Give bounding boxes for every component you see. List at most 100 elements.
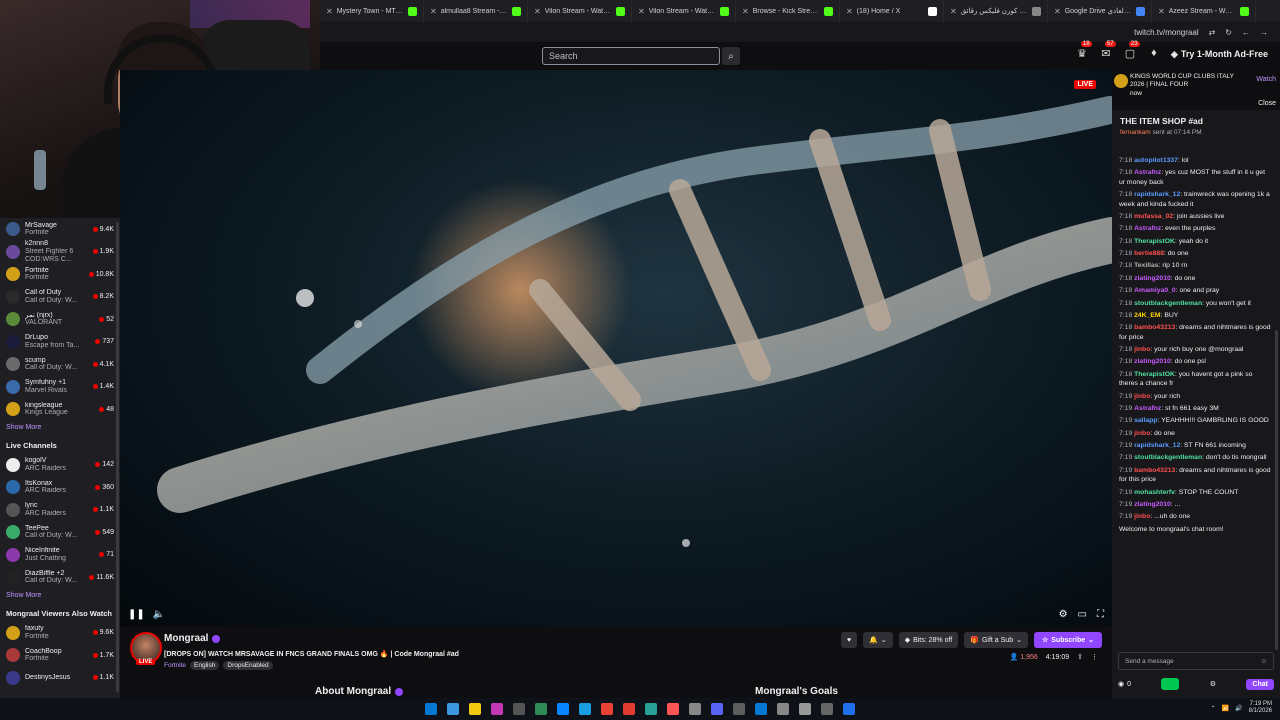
message-username[interactable]: TherapistOK [1134, 371, 1175, 378]
close-tab-icon[interactable]: ✕ [742, 7, 749, 16]
message-username[interactable]: stoutblackgentleman [1134, 454, 1202, 461]
search-button[interactable]: ⌕ [722, 47, 740, 65]
widgets-icon[interactable] [447, 703, 459, 715]
message-username[interactable]: mohashterfv [1134, 489, 1175, 496]
translate-icon[interactable]: ⇄ [1209, 28, 1216, 37]
browser-tab[interactable]: ✕Vilon Stream - Watch Live [632, 0, 736, 22]
tag-drops[interactable]: DropsEnabled [223, 661, 273, 670]
close-tab-icon[interactable]: ✕ [430, 7, 437, 16]
sidebar-channel[interactable]: DestinysJesus 1.1K [0, 667, 120, 690]
close-tab-icon[interactable]: ✕ [534, 7, 541, 16]
message-username[interactable]: mufassa_02 [1134, 213, 1173, 220]
ad-free-button[interactable]: ◈ Try 1-Month Ad-Free [1171, 49, 1268, 60]
message-username[interactable]: jinbo [1134, 513, 1150, 520]
chat-settings-icon[interactable]: ⚙ [1210, 680, 1216, 688]
crown-icon[interactable]: ♦ [1147, 47, 1161, 61]
message-username[interactable]: TherapistOK [1134, 238, 1175, 245]
inbox-icon[interactable]: ✉ 57 [1099, 41, 1116, 61]
sidebar-channel[interactable]: lyric ARC Raiders 1.1K [0, 499, 120, 522]
clock[interactable]: 7:19 PM 8/1/2026 [1249, 701, 1272, 715]
app-icon[interactable] [821, 703, 833, 715]
message-username[interactable]: zlating2010 [1134, 358, 1171, 365]
close-tab-icon[interactable]: ✕ [950, 7, 957, 16]
sidebar-channel[interactable]: Call of Duty Call of Duty: W... 8.2K [0, 286, 120, 309]
app-icon[interactable] [733, 703, 745, 715]
sidebar-channel[interactable]: scump Call of Duty: W... 4.1K [0, 353, 120, 376]
app-icon[interactable] [689, 703, 701, 715]
sidebar-channel[interactable]: نمر (njrx) VALORANT 52 [0, 308, 120, 331]
browser-tab[interactable]: ✕Azeez Stream - Watch Live [1152, 0, 1256, 22]
browser-tab[interactable]: ✕Mystery Town - MT Studio [320, 0, 424, 22]
show-more-followed[interactable]: Show More [0, 421, 120, 437]
sidebar-channel[interactable]: DiazBiffle +2 Call of Duty: W... 11.6K [0, 566, 120, 589]
discord-icon[interactable] [711, 703, 723, 715]
sidebar-channel[interactable]: ItsKonax ARC Raiders 360 [0, 476, 120, 499]
app-icon[interactable] [755, 703, 767, 715]
show-more-live[interactable]: Show More [0, 589, 120, 605]
message-username[interactable]: zlating2010 [1134, 501, 1171, 508]
close-tab-icon[interactable]: ✕ [1054, 7, 1061, 16]
pinned-user[interactable]: fernankam [1120, 129, 1151, 136]
fullscreen-icon[interactable]: ⛶ [1097, 609, 1104, 620]
app-icon[interactable] [535, 703, 547, 715]
settings-icon[interactable] [777, 703, 789, 715]
sidebar-channel[interactable]: k2nnn8 Street Fighter 6 COD:WRS C... 1.9K [0, 240, 120, 264]
share-icon[interactable]: ⇪ [1077, 653, 1083, 661]
app-icon[interactable] [645, 703, 657, 715]
close-tab-icon[interactable]: ✕ [326, 7, 333, 16]
message-username[interactable]: jinbo [1134, 393, 1150, 400]
forward-icon[interactable]: → [1260, 28, 1268, 37]
notifications-button[interactable]: 🔔 ⌄ [863, 632, 893, 648]
address-bar[interactable]: twitch.tv/mongraal ⇄ ↻ ← → [320, 22, 1280, 42]
close-tab-icon[interactable]: ✕ [638, 7, 645, 16]
app-icon[interactable] [623, 703, 635, 715]
sidebar-channel[interactable]: kogolV ARC Raiders 142 [0, 454, 120, 477]
sidebar-channel[interactable]: DrLupo Escape from Ta... 737 [0, 331, 120, 354]
gift-sub-button[interactable]: 🎁 Gift a Sub ⌄ [964, 632, 1028, 648]
game-link[interactable]: Fortnite [164, 662, 186, 669]
message-username[interactable]: Texillas [1134, 262, 1158, 269]
wifi-icon[interactable]: 📶 [1222, 705, 1229, 712]
emote-icon[interactable]: ☺ [1260, 658, 1267, 665]
chat-send-button[interactable]: Chat [1246, 678, 1274, 690]
pause-icon[interactable]: ❚❚ [128, 609, 145, 620]
settings-icon[interactable]: ⚙ [1059, 609, 1068, 620]
sidebar-channel[interactable]: MrSavage Fortnite 9.4K [0, 218, 120, 241]
sidebar-scrollbar[interactable] [116, 222, 119, 692]
message-username[interactable]: sallapp [1134, 417, 1157, 424]
message-username[interactable]: Astrafnz [1134, 225, 1161, 232]
browser-tab[interactable]: ✕كورنيز كورن فليكس رقائق [944, 0, 1048, 22]
browser-tab[interactable]: ✕ (18) Home / X [840, 0, 944, 22]
message-username[interactable]: bertie888 [1134, 250, 1164, 257]
back-icon[interactable]: ← [1242, 28, 1250, 37]
chevron-up-icon[interactable]: ⌃ [1211, 705, 1216, 712]
browser-tab[interactable]: ✕Browse - Kick Streaming [736, 0, 840, 22]
sidebar-channel[interactable]: Symfuhny +1 Marvel Rivals 1.4K [0, 376, 120, 399]
notification-close-button[interactable]: Close [1258, 100, 1276, 107]
chrome-icon[interactable] [601, 703, 613, 715]
close-tab-icon[interactable]: ✕ [1158, 7, 1165, 16]
browser-tab[interactable]: ✕Google Drive منيو العادي [1048, 0, 1152, 22]
message-username[interactable]: Astrafnz [1134, 169, 1161, 176]
app-icon[interactable] [579, 703, 591, 715]
sidebar-channel[interactable]: Fortnite Fortnite 10.8K [0, 263, 120, 286]
url-text[interactable]: twitch.tv/mongraal [1134, 28, 1198, 37]
message-username[interactable]: Astrafnz [1134, 405, 1161, 412]
sidebar-channel[interactable]: faxuty Fortnite 9.6K [0, 622, 120, 645]
app-icon[interactable] [491, 703, 503, 715]
video-player[interactable]: LIVE ❚❚ 🔈 ⚙ ▭ ⛶ [120, 70, 1112, 626]
chat-input[interactable]: Send a message ☺ [1118, 652, 1274, 670]
refresh-icon[interactable]: ↻ [1225, 28, 1232, 37]
sidebar-channel[interactable]: kingsleague Kings League 48 [0, 398, 120, 421]
start-icon[interactable] [425, 703, 437, 715]
volume-icon[interactable]: 🔊 [1235, 705, 1242, 712]
app-icon[interactable] [513, 703, 525, 715]
notification-watch-button[interactable]: Watch [1256, 76, 1276, 83]
app-icon[interactable] [799, 703, 811, 715]
browser-tab[interactable]: ✕Vilon Stream - Watch Live [528, 0, 632, 22]
message-username[interactable]: bambo43213 [1134, 324, 1175, 331]
app-icon[interactable] [843, 703, 855, 715]
message-username[interactable]: jinbo [1134, 346, 1150, 353]
file-explorer-icon[interactable] [469, 703, 481, 715]
channel-name[interactable]: Mongraal [164, 633, 221, 644]
